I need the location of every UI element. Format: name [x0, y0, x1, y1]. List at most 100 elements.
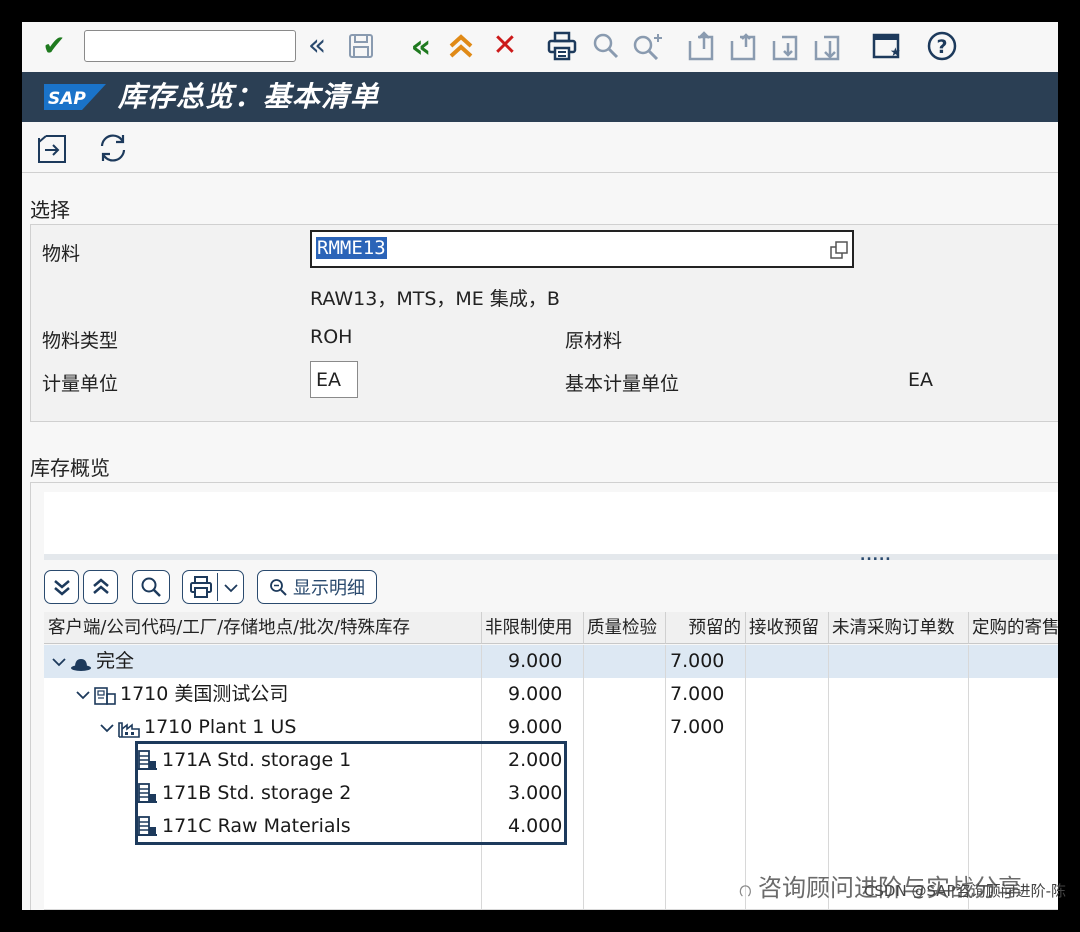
- expand-toggle-icon[interactable]: [74, 682, 92, 711]
- wechat-icon: ဂ: [738, 874, 752, 902]
- overview-section-title: 库存概览: [30, 456, 110, 480]
- column-header[interactable]: 客户端/公司代码/工厂/存储地点/批次/特殊库存: [44, 612, 482, 644]
- display-detail-button[interactable]: 显示明细: [257, 570, 377, 604]
- hierarchy-cell: 1710 美国测试公司: [44, 678, 482, 711]
- unrestricted-cell: 9.000: [482, 645, 584, 678]
- base-uom-value: EA: [908, 369, 934, 391]
- grid-cell: [969, 744, 1058, 777]
- first-page-icon[interactable]: [684, 30, 718, 62]
- back-icon[interactable]: «: [404, 30, 438, 62]
- reserved-cell: [666, 777, 746, 810]
- column-header[interactable]: 质量检验: [584, 612, 666, 644]
- help-icon[interactable]: ?: [924, 30, 960, 62]
- sap-window: ✔ « « ✕ ★ ? SAP 库存总览：基本清单 选择 物料 RMME13 R…: [22, 22, 1058, 910]
- grid-cell: [969, 645, 1058, 678]
- collapse-all-icon: [92, 578, 109, 594]
- grid-row[interactable]: 1710 Plant 1 US 9.000 7.000: [44, 711, 1058, 745]
- svg-text:★: ★: [890, 45, 901, 59]
- client-icon: [70, 651, 92, 678]
- search-button[interactable]: [132, 570, 170, 604]
- hierarchy-label: 1710 美国测试公司: [120, 683, 289, 705]
- system-toolbar: ✔ « « ✕ ★ ?: [22, 22, 1058, 72]
- grid-cell: [746, 678, 829, 711]
- unrestricted-cell: 9.000: [482, 678, 584, 711]
- material-input[interactable]: RMME13: [310, 230, 854, 268]
- grid-row[interactable]: 1710 美国测试公司 9.000 7.000: [44, 678, 1058, 712]
- grid-cell: [584, 744, 666, 777]
- column-header[interactable]: 非限制使用: [482, 612, 584, 644]
- save-icon[interactable]: [344, 30, 378, 62]
- grid-cell: [746, 810, 829, 843]
- grid-cell: [829, 678, 969, 711]
- plant-icon: [118, 717, 140, 744]
- hierarchy-label: 1710 Plant 1 US: [144, 716, 297, 738]
- material-label: 物料: [42, 243, 81, 265]
- grid-cell: [829, 744, 969, 777]
- grid-cell: [746, 645, 829, 678]
- collapse-all-button[interactable]: [83, 570, 118, 604]
- grid-cell: [584, 876, 666, 909]
- new-window-icon[interactable]: ★: [868, 30, 904, 62]
- sap-logo: SAP: [44, 84, 106, 110]
- grid-cell: [584, 777, 666, 810]
- enter-check-icon[interactable]: ✔: [36, 30, 72, 62]
- exit-icon[interactable]: [444, 30, 478, 62]
- grid-cell: [584, 810, 666, 843]
- uom-input[interactable]: EA: [310, 361, 358, 398]
- grid-cell: [584, 711, 666, 744]
- highlight-box: [135, 741, 567, 845]
- grid-cell: [584, 645, 666, 678]
- svg-text:?: ?: [936, 36, 947, 58]
- uom-label: 计量单位: [42, 373, 119, 395]
- column-header[interactable]: 接收预留: [746, 612, 829, 644]
- page-title: 库存总览：基本清单: [118, 80, 380, 113]
- chevron-down-icon: [224, 584, 238, 593]
- reserved-cell: 7.000: [666, 678, 746, 711]
- column-header[interactable]: 定购的寄售: [969, 612, 1058, 644]
- column-header[interactable]: 预留的: [666, 612, 746, 644]
- expand-toggle-icon[interactable]: [50, 649, 68, 678]
- hierarchy-cell: 完全: [44, 645, 482, 678]
- expand-all-button[interactable]: [44, 570, 79, 604]
- command-field[interactable]: [84, 30, 296, 62]
- grid-cell: [969, 711, 1058, 744]
- other-material-icon[interactable]: [36, 132, 70, 164]
- grid-cell: [969, 777, 1058, 810]
- expand-toggle-icon[interactable]: [98, 715, 116, 744]
- hierarchy-label: 完全: [96, 650, 135, 672]
- grid-row[interactable]: 完全 9.000 7.000: [44, 645, 1058, 679]
- find-next-icon[interactable]: [630, 30, 666, 62]
- hierarchy-cell: 1710 Plant 1 US: [44, 711, 482, 744]
- material-type-label: 物料类型: [42, 330, 119, 352]
- grid-cell: [44, 876, 482, 909]
- splitter-handle[interactable]: .....: [860, 548, 892, 564]
- next-page-icon[interactable]: [768, 30, 802, 62]
- grid-cell: [969, 810, 1058, 843]
- material-input-value: RMME13: [316, 237, 387, 259]
- print-icon[interactable]: [544, 30, 580, 62]
- find-icon[interactable]: [590, 30, 622, 62]
- application-toolbar: [22, 122, 1058, 259]
- collapse-left-icon[interactable]: «: [302, 30, 332, 62]
- grid-cell: [482, 843, 584, 876]
- grid-cell: [666, 843, 746, 876]
- column-header[interactable]: 未清采购订单数: [829, 612, 969, 644]
- prev-page-icon[interactable]: [726, 30, 760, 62]
- cancel-icon[interactable]: ✕: [488, 30, 522, 62]
- reserved-cell: [666, 810, 746, 843]
- reserved-cell: 7.000: [666, 711, 746, 744]
- grid-cell: [584, 843, 666, 876]
- reserved-value: 7.000: [670, 650, 725, 672]
- print-menu-button[interactable]: [182, 570, 244, 604]
- value-help-icon[interactable]: [830, 241, 848, 259]
- reserved-value: 7.000: [670, 716, 725, 738]
- refresh-icon[interactable]: [96, 132, 130, 164]
- unrestricted-value: 9.000: [508, 650, 563, 672]
- grid-cell: [829, 645, 969, 678]
- grid-cell: [746, 744, 829, 777]
- overview-header-area: [44, 492, 1058, 560]
- search-icon: [141, 577, 161, 597]
- grid-cell: [44, 843, 482, 876]
- last-page-icon[interactable]: [810, 30, 844, 62]
- grid-cell: [829, 777, 969, 810]
